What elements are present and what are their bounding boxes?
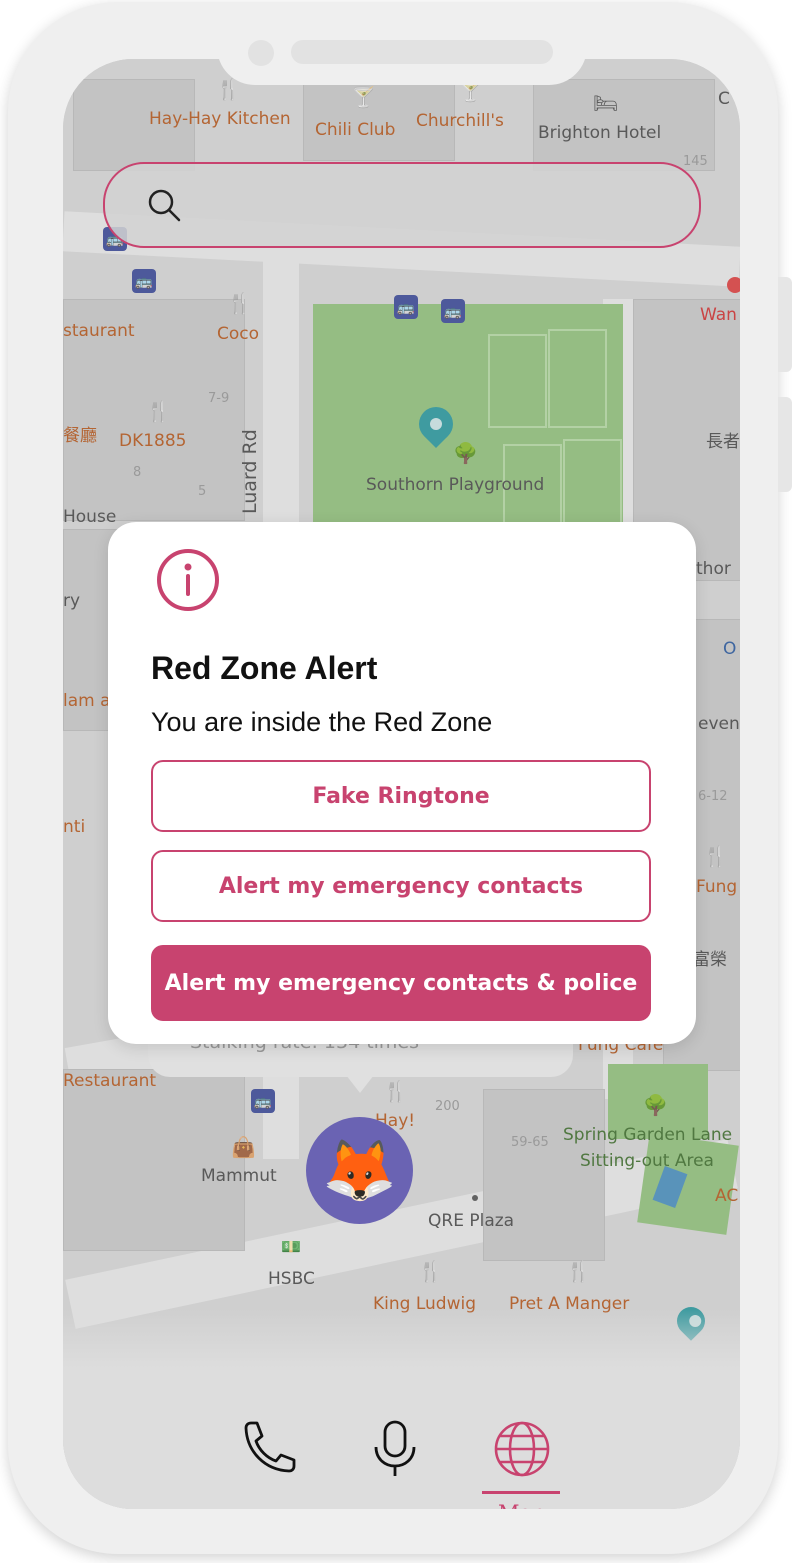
globe-icon bbox=[494, 1421, 550, 1477]
side-button-upper bbox=[778, 277, 792, 372]
red-zone-alert-dialog: Red Zone Alert You are inside the Red Zo… bbox=[108, 522, 696, 1044]
phone-icon bbox=[244, 1421, 296, 1473]
nav-active-indicator bbox=[482, 1491, 560, 1494]
nav-map[interactable] bbox=[492, 1419, 552, 1479]
bottom-nav: Map bbox=[63, 1309, 740, 1509]
nav-microphone[interactable] bbox=[365, 1419, 425, 1479]
alert-contacts-police-button[interactable]: Alert my emergency contacts & police bbox=[151, 945, 651, 1021]
alert-contacts-button[interactable]: Alert my emergency contacts bbox=[151, 850, 651, 922]
search-bar[interactable] bbox=[103, 162, 701, 248]
microphone-icon bbox=[374, 1420, 416, 1476]
front-camera bbox=[248, 40, 274, 66]
dialog-message: You are inside the Red Zone bbox=[151, 707, 493, 737]
user-avatar[interactable]: 🦊 bbox=[306, 1117, 413, 1224]
search-icon bbox=[148, 189, 181, 222]
phone-frame: 🍴 Hay-Hay Kitchen 🍸 Chili Club 🍸 Churchi… bbox=[8, 2, 792, 1554]
speaker bbox=[291, 40, 553, 64]
tooltip-arrow bbox=[346, 1075, 374, 1093]
fox-avatar-icon: 🦊 bbox=[322, 1136, 397, 1204]
screen: 🍴 Hay-Hay Kitchen 🍸 Chili Club 🍸 Churchi… bbox=[63, 59, 740, 1509]
fake-ringtone-button[interactable]: Fake Ringtone bbox=[151, 760, 651, 832]
side-button-lower bbox=[778, 397, 792, 492]
info-icon bbox=[157, 549, 219, 611]
nav-map-label[interactable]: Map bbox=[498, 1501, 545, 1509]
dialog-title: Red Zone Alert bbox=[151, 650, 378, 686]
nav-phone[interactable] bbox=[238, 1419, 298, 1479]
